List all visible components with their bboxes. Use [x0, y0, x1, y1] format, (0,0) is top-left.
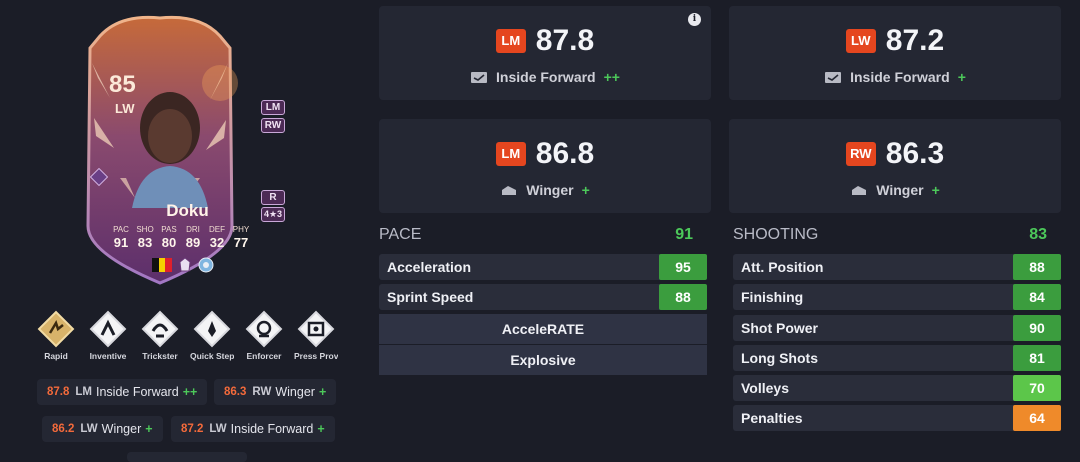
- attribute-value: 81: [1013, 345, 1061, 371]
- shooting-total: 83: [1029, 226, 1047, 243]
- card-stat-pac: PAC 91: [113, 225, 129, 250]
- attribute-row[interactable]: Att. Position 88: [733, 254, 1061, 280]
- attribute-value: 95: [659, 254, 707, 280]
- enforcer-icon: [245, 310, 283, 348]
- position-badge: LW: [845, 29, 876, 53]
- role-rating-box[interactable]: LW 87.2 Inside Forward +: [729, 6, 1061, 100]
- playstyle-inventive[interactable]: Inventive: [86, 309, 130, 361]
- mini-role-row[interactable]: 87.8 LM Inside Forward ++: [37, 379, 208, 405]
- mini-role-row-partial: [127, 452, 247, 462]
- shooting-panel: SHOOTING 83 Att. Position 88 Finishing 8…: [733, 226, 1061, 436]
- role-diamond-icon: [90, 168, 108, 186]
- card-stat-sho: SHO 83: [136, 225, 154, 250]
- role-score: 87.2: [885, 24, 945, 57]
- manchester-city-badge-icon: [198, 257, 214, 273]
- quick-step-icon: [193, 310, 231, 348]
- inside-forward-icon: [471, 71, 488, 83]
- attribute-value: 88: [659, 284, 707, 310]
- playstyle-rapid[interactable]: Rapid: [34, 309, 78, 361]
- shooting-header: SHOOTING 83: [733, 226, 1061, 246]
- role-score: 86.3: [885, 137, 945, 170]
- card-badges: [152, 257, 214, 273]
- mini-role-row[interactable]: 86.3 RW Winger +: [214, 379, 337, 405]
- press-proven-icon: [297, 310, 335, 348]
- playstyle-trickster[interactable]: Trickster: [138, 309, 182, 361]
- role-name: Winger: [526, 182, 574, 198]
- position-badge: LM: [495, 29, 526, 53]
- card-stats: PAC 91 SHO 83 PAS 80 DRI 89 DEF 32 PHY 77: [110, 225, 252, 250]
- playstyle-press-proven[interactable]: Press Proven: [294, 309, 338, 361]
- attribute-value: 90: [1013, 315, 1061, 341]
- role-plus: ++: [603, 69, 620, 85]
- role-name: Winger: [876, 182, 924, 198]
- mini-role-row[interactable]: 87.2 LW Inside Forward +: [171, 416, 335, 442]
- card-stat-dri: DRI 89: [185, 225, 201, 250]
- role-rating-box[interactable]: LM 86.8 Winger +: [379, 119, 711, 213]
- inside-forward-icon: [825, 71, 842, 83]
- attribute-row[interactable]: Long Shots 81: [733, 345, 1061, 371]
- role-name: Inside Forward: [850, 69, 950, 85]
- playstyles-row: Rapid Inventive Trickster Quick Step Enf…: [34, 309, 338, 361]
- mini-role-row[interactable]: 86.2 LW Winger +: [42, 416, 163, 442]
- attribute-row[interactable]: Volleys 70: [733, 375, 1061, 401]
- pace-total: 91: [675, 226, 693, 243]
- attribute-row[interactable]: Finishing 84: [733, 284, 1061, 310]
- alt-position-badge: RW: [261, 118, 285, 133]
- card-player-name: Doku: [166, 201, 209, 220]
- premier-league-icon: [179, 257, 191, 272]
- attribute-row[interactable]: Penalties 64: [733, 405, 1061, 431]
- card-rating: 85: [109, 71, 136, 98]
- position-badge: LM: [495, 142, 526, 166]
- belgium-flag-icon: [152, 258, 172, 272]
- role-name: Inside Forward: [496, 69, 596, 85]
- playstyle-enforcer[interactable]: Enforcer: [242, 309, 286, 361]
- playstyle-quick-step[interactable]: Quick Step: [190, 309, 234, 361]
- inventive-icon: [89, 310, 127, 348]
- attribute-value: 84: [1013, 284, 1061, 310]
- role-rating-box[interactable]: i LM 87.8 Inside Forward ++: [379, 6, 711, 100]
- role-score: 87.8: [535, 24, 595, 57]
- attribute-value: 64: [1013, 405, 1061, 431]
- accelerate-subtype[interactable]: Explosive: [379, 345, 707, 375]
- role-plus: +: [957, 69, 966, 85]
- role-plus: +: [581, 182, 590, 198]
- winger-icon: [852, 185, 867, 195]
- attribute-value: 70: [1013, 375, 1061, 401]
- accelerate-type[interactable]: AcceleRATE: [379, 314, 707, 344]
- card-stat-phy: PHY 77: [232, 225, 250, 250]
- attribute-row[interactable]: Sprint Speed 88: [379, 284, 707, 310]
- role-plus: +: [931, 182, 940, 198]
- attribute-row[interactable]: Acceleration 95: [379, 254, 707, 280]
- attribute-row[interactable]: Shot Power 90: [733, 315, 1061, 341]
- card-stat-def: DEF 32: [209, 225, 225, 250]
- pace-title: PACE: [379, 226, 422, 243]
- role-score: 86.8: [535, 137, 595, 170]
- winger-icon: [502, 185, 517, 195]
- pace-header: PACE 91: [379, 226, 707, 246]
- alt-position-badge: LM: [261, 100, 285, 115]
- card-stat-pas: PAS 80: [161, 225, 177, 250]
- pace-panel: PACE 91 Acceleration 95 Sprint Speed 88 …: [379, 226, 707, 376]
- shooting-title: SHOOTING: [733, 226, 819, 243]
- position-badge: RW: [845, 142, 876, 166]
- attribute-value: 88: [1013, 254, 1061, 280]
- role-rating-box[interactable]: RW 86.3 Winger +: [729, 119, 1061, 213]
- rapid-icon: [37, 310, 75, 348]
- trickster-icon: [141, 310, 179, 348]
- card-position: LW: [115, 101, 135, 116]
